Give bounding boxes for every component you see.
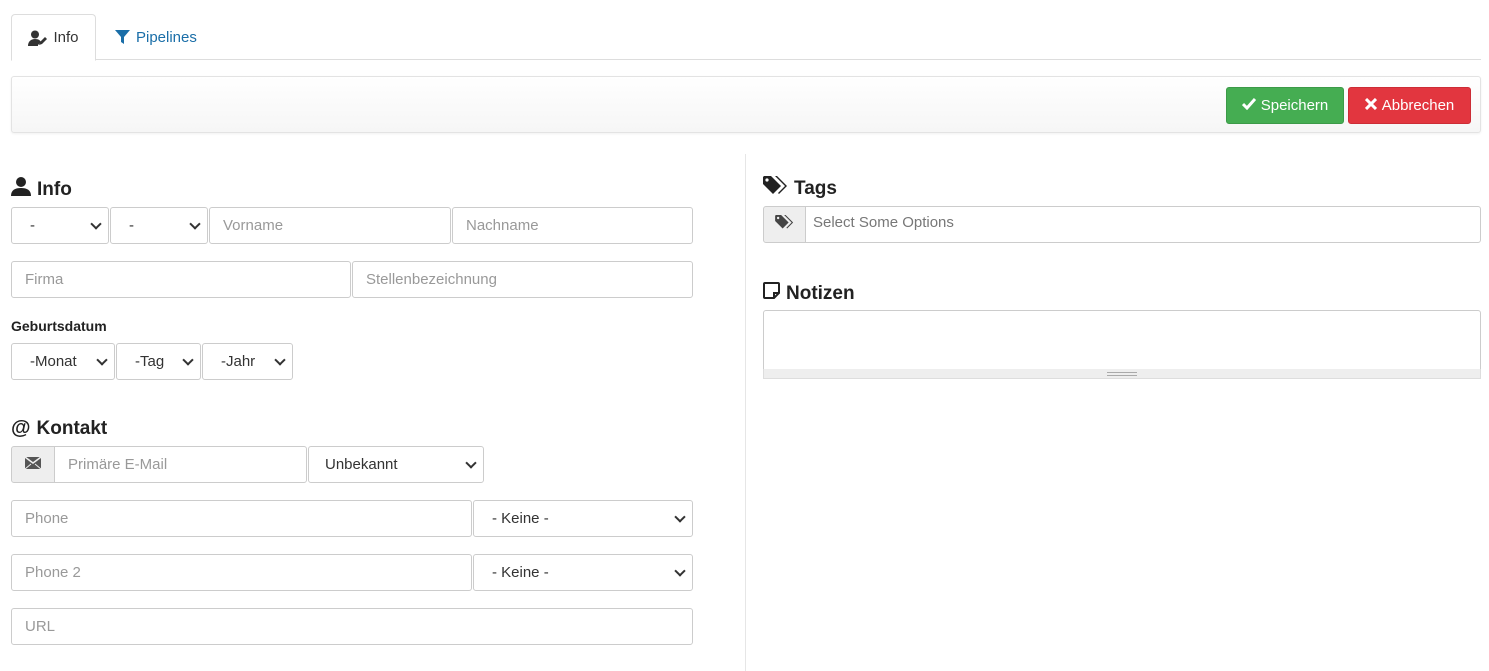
envelope-icon [24,456,42,473]
tab-info[interactable]: Info [11,14,96,61]
notes-resize-handle[interactable] [763,369,1481,379]
tags-icon [775,215,794,234]
cancel-button-label: Abbrechen [1381,97,1455,114]
birthday-year-select[interactable]: -Jahr [202,343,293,380]
column-divider [745,154,746,671]
cancel-button[interactable]: Abbrechen [1348,87,1471,124]
chevron-down-icon [674,564,686,577]
grip-icon [1107,371,1137,376]
user-icon [11,177,31,202]
check-icon [1241,97,1256,114]
email-addon [11,446,55,483]
phone-type-select[interactable]: - Keine - [473,500,693,537]
contact-heading: @ Kontakt [11,417,108,439]
tags-icon [763,176,788,202]
phone2-type-select[interactable]: - Keine - [473,554,693,591]
url-input[interactable]: URL [11,608,693,645]
title-select[interactable]: - [110,207,208,244]
save-button[interactable]: Speichern [1226,87,1344,124]
sticky-note-icon [763,282,780,305]
chevron-down-icon [674,510,686,523]
lastname-input[interactable]: Nachname [452,207,693,244]
tags-input[interactable]: Select Some Options [805,206,1481,243]
birthday-day-select[interactable]: -Tag [116,343,201,380]
phone-input[interactable]: Phone [11,500,472,537]
user-edit-icon [28,30,48,46]
tags-addon [763,206,806,243]
filter-icon [115,29,130,45]
save-button-label: Speichern [1260,97,1329,114]
tab-info-label: Info [53,29,79,46]
chevron-down-icon [96,353,108,366]
company-input[interactable]: Firma [11,261,351,298]
phone2-input[interactable]: Phone 2 [11,554,472,591]
birthday-month-select[interactable]: -Monat [11,343,115,380]
email-status-select[interactable]: Unbekannt [308,446,484,483]
chevron-down-icon [189,217,201,230]
tab-pipelines[interactable]: Pipelines [115,14,197,60]
tab-bar: Info Pipelines [11,14,1481,61]
info-heading: Info [11,177,72,202]
tags-heading: Tags [763,176,837,202]
chevron-down-icon [274,353,286,366]
form-toolbar: Speichern Abbrechen [11,76,1481,133]
notes-textarea[interactable] [763,310,1481,370]
x-icon [1364,97,1377,114]
firstname-input[interactable]: Vorname [209,207,451,244]
chevron-down-icon [182,353,194,366]
chevron-down-icon [90,217,102,230]
birthday-label: Geburtsdatum [11,318,107,334]
jobtitle-input[interactable]: Stellenbezeichnung [352,261,693,298]
email-input[interactable]: Primäre E-Mail [54,446,307,483]
tab-pipelines-label: Pipelines [136,28,197,46]
notes-heading: Notizen [763,282,855,305]
at-icon: @ [11,417,31,439]
chevron-down-icon [465,456,477,469]
salutation-select[interactable]: - [11,207,109,244]
